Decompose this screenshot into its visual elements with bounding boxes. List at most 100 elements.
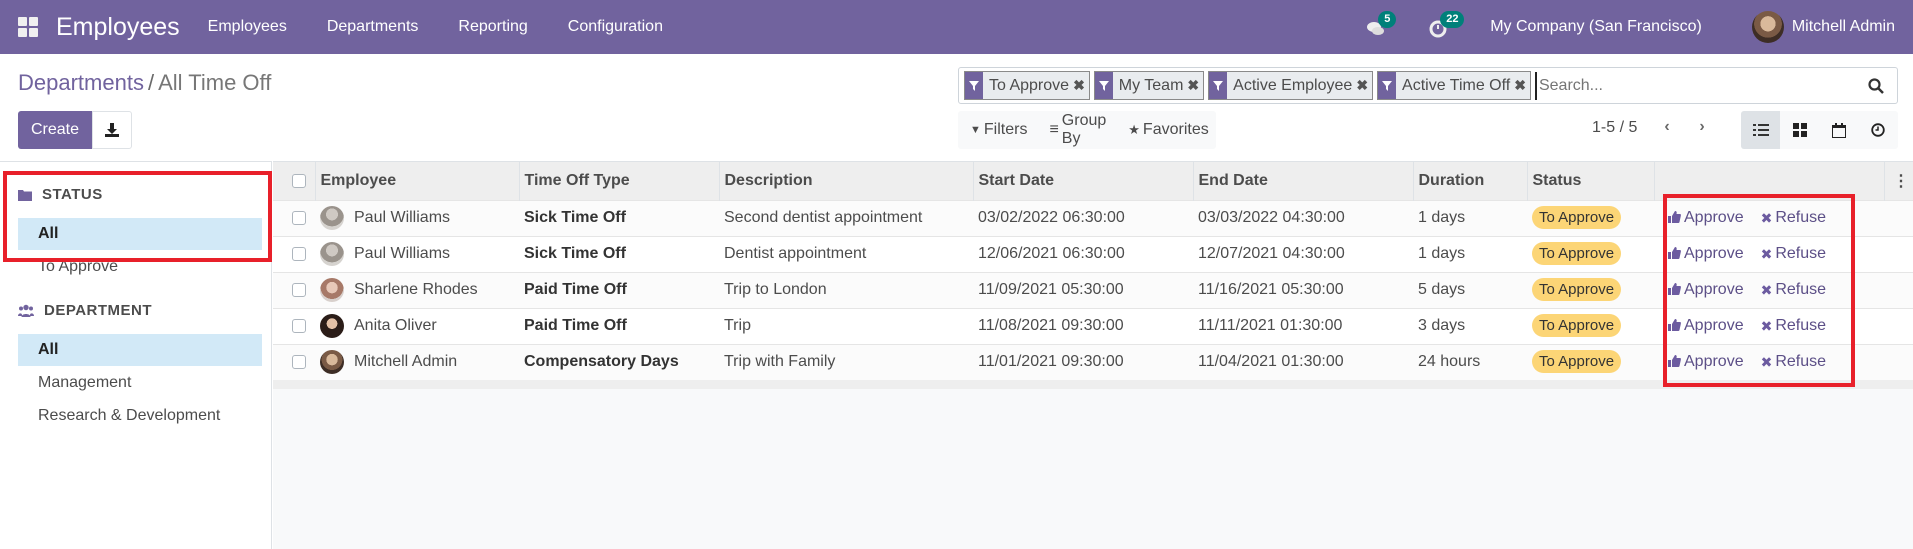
- optional-columns-toggle[interactable]: ⋮: [1884, 162, 1913, 200]
- approve-button[interactable]: Approve: [1668, 317, 1744, 335]
- actions-cell: Approve ✖ Refuse: [1654, 236, 1884, 272]
- refuse-button[interactable]: ✖ Refuse: [1761, 245, 1826, 263]
- employee-cell: Mitchell Admin: [315, 344, 519, 380]
- department-filter-research-development[interactable]: Research & Development: [18, 400, 262, 432]
- approve-button[interactable]: Approve: [1668, 281, 1744, 299]
- select-all-checkbox[interactable]: [292, 173, 306, 188]
- start-date-cell: 12/06/2021 06:30:00: [978, 245, 1125, 262]
- employee-avatar: [320, 314, 344, 338]
- calendar-icon: [1831, 122, 1846, 138]
- favorites-dropdown[interactable]: ★ Favorites: [1128, 121, 1208, 139]
- pager-value[interactable]: 1-5 / 5: [1592, 119, 1637, 137]
- status-filter-all[interactable]: All: [18, 218, 262, 250]
- table-row[interactable]: Anita Oliver Paid Time Off Trip 11/08/2021 …: [273, 308, 1913, 344]
- status-title: STATUS: [42, 186, 103, 203]
- filters-label: Filters: [983, 121, 1028, 138]
- kanban-view-button[interactable]: [1780, 111, 1819, 149]
- start-date-cell: 03/02/2022 06:30:00: [978, 209, 1125, 226]
- refuse-button[interactable]: ✖ Refuse: [1761, 209, 1826, 227]
- actions-cell: Approve ✖ Refuse: [1654, 272, 1884, 308]
- time-off-type-cell: Paid Time Off: [524, 281, 627, 298]
- status-badge: To Approve: [1532, 278, 1622, 301]
- kanban-icon: [1792, 123, 1807, 137]
- row-spacer: [1884, 200, 1913, 236]
- employee-name: Anita Oliver: [354, 317, 437, 334]
- menu-reporting[interactable]: Reporting: [458, 18, 527, 36]
- user-avatar[interactable]: [1751, 11, 1784, 43]
- group-by-label: Group By: [1061, 112, 1107, 147]
- calendar-view-button[interactable]: [1819, 111, 1858, 149]
- activities-button[interactable]: 22: [1428, 11, 1465, 39]
- messages-button[interactable]: 5: [1366, 11, 1397, 39]
- group-by-dropdown[interactable]: ≡ Group By: [1049, 112, 1106, 148]
- download-icon: [105, 123, 119, 137]
- row-checkbox[interactable]: [292, 246, 306, 261]
- refuse-button[interactable]: ✖ Refuse: [1761, 353, 1826, 371]
- status-badge: To Approve: [1532, 350, 1622, 374]
- create-button[interactable]: Create: [18, 111, 92, 149]
- list-view-button[interactable]: [1741, 111, 1780, 149]
- view-switcher: [1741, 111, 1898, 149]
- table-row[interactable]: Paul Williams Sick Time Off Second dentist…: [273, 200, 1913, 236]
- remove-facet-icon[interactable]: ✖: [1356, 72, 1372, 99]
- column-header-start-date[interactable]: Start Date: [973, 162, 1194, 200]
- refuse-button[interactable]: ✖ Refuse: [1761, 317, 1826, 335]
- facet-label: Active Employee: [1233, 76, 1353, 94]
- menu-departments[interactable]: Departments: [327, 18, 419, 36]
- refuse-button[interactable]: ✖ Refuse: [1761, 281, 1826, 299]
- table-row[interactable]: Mitchell Admin Compensatory Days Trip with…: [273, 344, 1913, 380]
- messages-badge: 5: [1378, 11, 1397, 28]
- filters-dropdown[interactable]: ▼ Filters: [970, 121, 1027, 139]
- approve-label: Approve: [1684, 280, 1744, 298]
- filter-facet: Active Time Off ✖: [1377, 71, 1531, 100]
- column-header-description[interactable]: Description: [719, 162, 974, 200]
- row-checkbox[interactable]: [292, 318, 306, 333]
- row-checkbox[interactable]: [292, 355, 306, 370]
- close-icon: ✖: [1760, 209, 1773, 226]
- breadcrumb-parent[interactable]: Departments: [18, 70, 144, 95]
- column-header-time-off-type[interactable]: Time Off Type: [519, 162, 720, 200]
- employee-avatar: [320, 206, 344, 230]
- end-date-cell: 11/04/2021 01:30:00: [1198, 353, 1344, 371]
- user-menu[interactable]: Mitchell Admin: [1792, 18, 1895, 36]
- column-header-employee[interactable]: Employee: [315, 162, 520, 200]
- description-cell: Trip with Family: [724, 353, 836, 371]
- department-filter-management[interactable]: Management: [18, 367, 262, 399]
- app-title[interactable]: Employees: [56, 13, 180, 42]
- column-header-status[interactable]: Status: [1527, 162, 1655, 200]
- approve-label: Approve: [1684, 352, 1744, 370]
- export-button[interactable]: [92, 111, 132, 149]
- status-cell: To Approve: [1527, 308, 1654, 344]
- description-cell: Trip: [724, 317, 751, 334]
- facet-label: To Approve: [989, 76, 1070, 94]
- column-header-end-date[interactable]: End Date: [1193, 162, 1414, 200]
- menu-configuration[interactable]: Configuration: [568, 18, 663, 36]
- close-icon: ✖: [1760, 245, 1773, 262]
- apps-menu-icon[interactable]: [18, 17, 38, 37]
- menu-employees[interactable]: Employees: [208, 18, 287, 36]
- row-checkbox[interactable]: [292, 282, 306, 297]
- remove-facet-icon[interactable]: ✖: [1073, 72, 1089, 99]
- row-checkbox[interactable]: [292, 210, 306, 225]
- filter-icon: [1209, 72, 1228, 99]
- thumbs-up-icon: [1668, 246, 1681, 262]
- filter-icon: [1378, 72, 1397, 99]
- approve-button[interactable]: Approve: [1668, 209, 1744, 227]
- table-row[interactable]: Sharlene Rhodes Paid Time Off Trip to Lond…: [273, 272, 1913, 308]
- approve-button[interactable]: Approve: [1668, 353, 1744, 371]
- description-cell: Second dentist appointment: [724, 209, 923, 226]
- activity-view-button[interactable]: [1858, 111, 1897, 149]
- remove-facet-icon[interactable]: ✖: [1187, 72, 1203, 99]
- search-button[interactable]: [1861, 77, 1891, 94]
- remove-facet-icon[interactable]: ✖: [1514, 72, 1530, 99]
- table-row[interactable]: Paul Williams Sick Time Off Dentist appoin…: [273, 236, 1913, 272]
- pager-previous-button[interactable]: ‹: [1657, 118, 1677, 136]
- department-filter-all[interactable]: All: [18, 334, 262, 366]
- column-header-duration[interactable]: Duration: [1413, 162, 1528, 200]
- company-switcher[interactable]: My Company (San Francisco): [1490, 18, 1702, 36]
- status-filter-to-approve[interactable]: To Approve: [18, 251, 262, 283]
- search-input[interactable]: [1534, 71, 1861, 100]
- pager-next-button[interactable]: ›: [1692, 118, 1712, 136]
- approve-button[interactable]: Approve: [1668, 245, 1744, 263]
- end-date-cell: 11/16/2021 05:30:00: [1198, 281, 1344, 298]
